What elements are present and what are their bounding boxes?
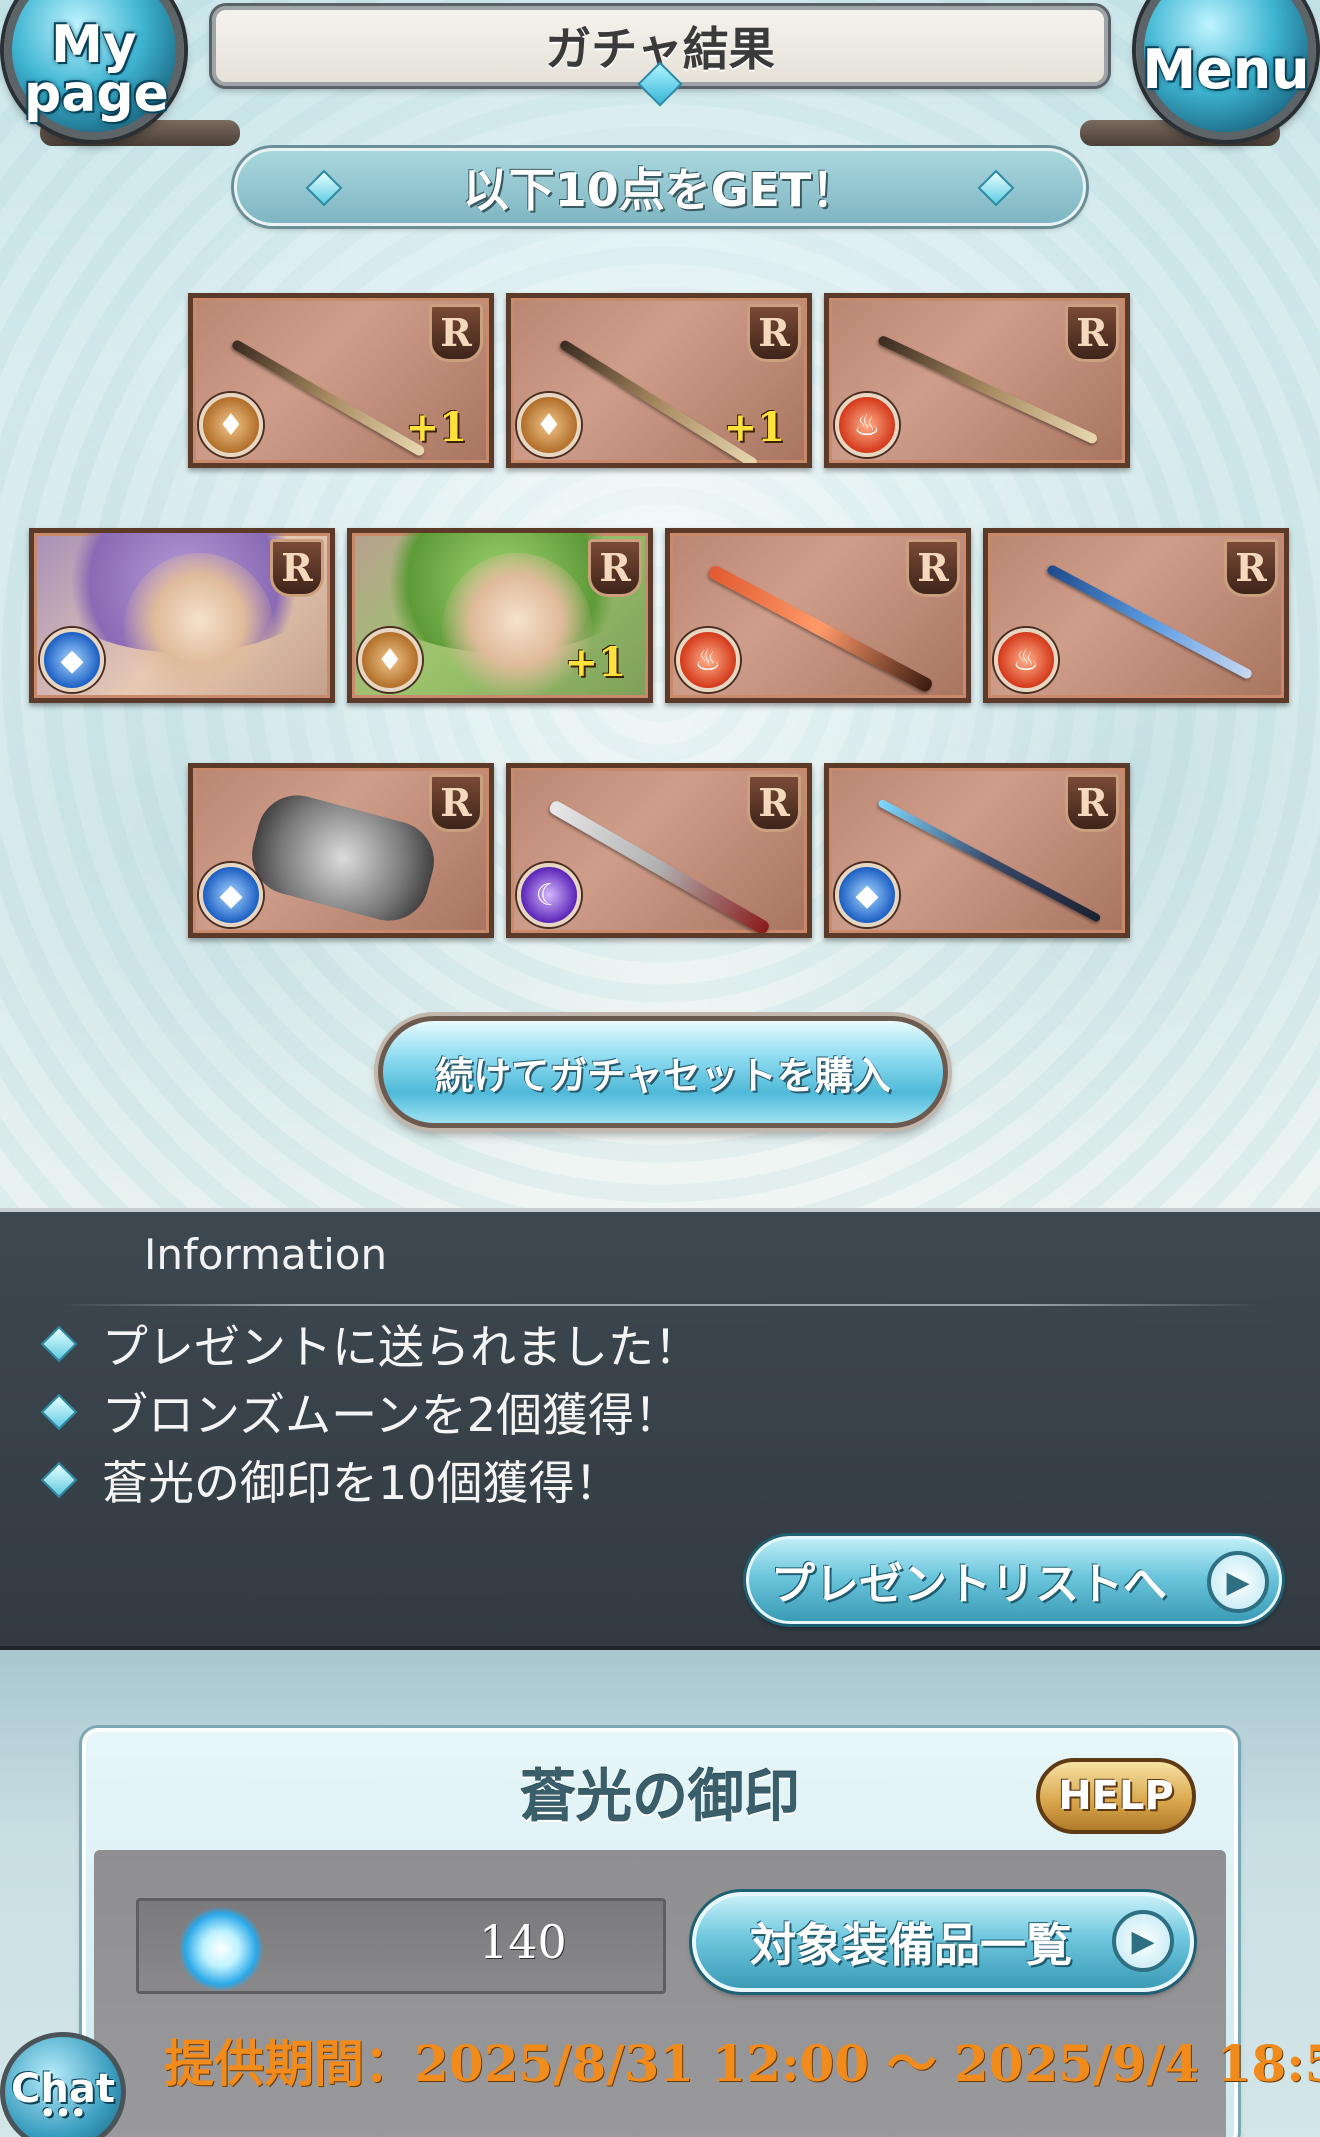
character-portrait	[124, 553, 274, 698]
play-arrow-icon: ▶	[1207, 1551, 1269, 1613]
dark-element-icon: ☾	[517, 863, 581, 927]
information-item-text: ブロンズムーンを2個獲得！	[102, 1388, 681, 1442]
result-card[interactable]: R ♨	[665, 528, 971, 703]
information-item: ブロンズムーンを2個獲得！	[40, 1382, 680, 1442]
gacha-result-area: ガチャ結果 My page Menu 以下10点をGET！ R ♦ +1 R ♦…	[0, 0, 1320, 1208]
diamond-icon	[305, 169, 343, 207]
seal-section: 蒼光の御印 HELP 140 対象装備品一覧 ▶ 提供期間：2025/8/31 …	[0, 1650, 1320, 2137]
seal-panel: 蒼光の御印 HELP 140 対象装備品一覧 ▶ 提供期間：2025/8/31 …	[82, 1728, 1320, 2137]
result-card[interactable]: R ♦ +1	[347, 528, 653, 703]
mypage-label: My page	[24, 14, 169, 124]
seal-inner-panel: 140 対象装備品一覧 ▶ 提供期間：2025/8/31 12:00 〜 202…	[94, 1850, 1320, 2137]
rarity-badge: R	[906, 539, 960, 597]
earth-element-icon: ♦	[199, 393, 263, 457]
continue-gacha-button[interactable]: 続けてガチャセットを購入	[378, 1016, 948, 1128]
get-banner: 以下10点をGET！	[234, 148, 1086, 226]
information-heading: Information	[144, 1230, 388, 1279]
diamond-bullet-icon	[40, 1461, 78, 1499]
rarity-badge: R	[1065, 774, 1119, 832]
play-arrow-icon: ▶	[1112, 1910, 1174, 1972]
spear-weapon-art	[876, 334, 1099, 445]
sword-weapon-art	[547, 798, 772, 933]
water-element-icon: ◆	[40, 628, 104, 692]
information-panel: Information プレゼントに送られました！ ブロンズムーンを2個獲得！ …	[0, 1208, 1320, 1650]
present-list-button[interactable]: プレゼントリストへ ▶	[746, 1536, 1282, 1624]
seal-count: 140	[479, 1915, 567, 1969]
sword-weapon-art	[706, 563, 935, 694]
help-button[interactable]: HELP	[1036, 1758, 1196, 1834]
bow-weapon-art	[230, 338, 427, 458]
result-card[interactable]: R ♦ +1	[188, 293, 494, 468]
gauntlet-weapon-art	[243, 786, 443, 930]
fire-element-icon: ♨	[835, 393, 899, 457]
menu-label: Menu	[1142, 38, 1310, 102]
result-card[interactable]: R ☾	[506, 763, 812, 938]
earth-element-icon: ♦	[517, 393, 581, 457]
rarity-badge: R	[747, 774, 801, 832]
information-item: プレゼントに送られました！	[40, 1314, 700, 1374]
menu-button[interactable]: Menu	[1136, 0, 1316, 140]
seal-count-box: 140	[136, 1898, 666, 1994]
information-item: 蒼光の御印を10個獲得！	[40, 1450, 621, 1510]
chat-dots-icon: •••	[39, 2099, 87, 2127]
seal-star-icon	[179, 1907, 263, 1991]
diamond-icon	[977, 169, 1015, 207]
water-element-icon: ◆	[835, 863, 899, 927]
rarity-badge: R	[747, 304, 801, 362]
plus-bonus: +1	[405, 404, 467, 451]
information-divider	[60, 1304, 1260, 1306]
rarity-badge: R	[429, 774, 483, 832]
rarity-badge: R	[1224, 539, 1278, 597]
target-equipment-button[interactable]: 対象装備品一覧 ▶	[692, 1892, 1194, 1992]
result-card[interactable]: R ◆	[29, 528, 335, 703]
plus-bonus: +1	[723, 404, 785, 451]
information-item-text: 蒼光の御印を10個獲得！	[102, 1456, 621, 1510]
result-card[interactable]: R ♨	[824, 293, 1130, 468]
result-card[interactable]: R ◆	[188, 763, 494, 938]
fire-element-icon: ♨	[994, 628, 1058, 692]
rarity-badge: R	[270, 539, 324, 597]
result-card[interactable]: R ♦ +1	[506, 293, 812, 468]
water-element-icon: ◆	[199, 863, 263, 927]
offer-period: 提供期間：2025/8/31 12:00 〜 2025/9/4 18:59	[164, 2034, 1320, 2093]
mypage-button[interactable]: My page	[4, 0, 184, 140]
earth-element-icon: ♦	[358, 628, 422, 692]
result-card[interactable]: R ◆	[824, 763, 1130, 938]
present-list-label: プレゼントリストへ	[771, 1559, 1167, 1610]
plus-bonus: +1	[564, 639, 626, 686]
diamond-bullet-icon	[40, 1325, 78, 1363]
target-equipment-label: 対象装備品一覧	[750, 1918, 1072, 1972]
information-item-text: プレゼントに送られました！	[102, 1320, 700, 1374]
rarity-badge: R	[429, 304, 483, 362]
rarity-badge: R	[588, 539, 642, 597]
fire-element-icon: ♨	[676, 628, 740, 692]
get-banner-text: 以下10点をGET！	[462, 163, 858, 217]
continue-gacha-label: 続けてガチャセットを購入	[435, 1053, 891, 1098]
bow-weapon-art	[1045, 563, 1254, 681]
result-card[interactable]: R ♨	[983, 528, 1289, 703]
rarity-badge: R	[1065, 304, 1119, 362]
diamond-bullet-icon	[40, 1393, 78, 1431]
